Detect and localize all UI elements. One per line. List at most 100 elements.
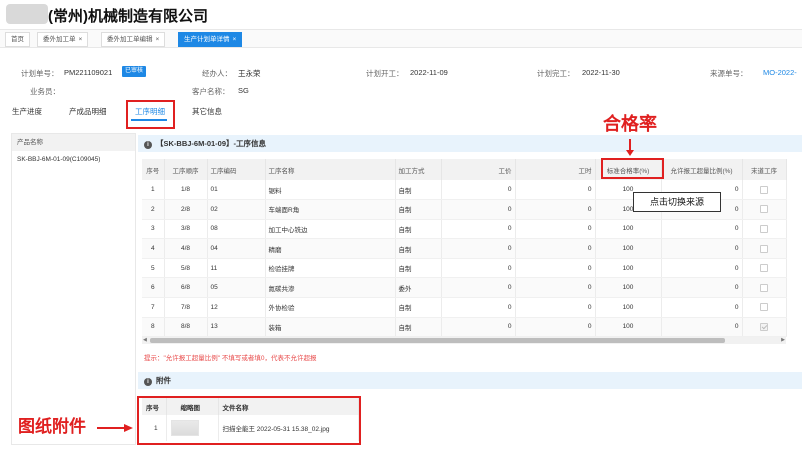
row-index: 8	[142, 317, 165, 338]
tab-production-plan-detail[interactable]: 生产计划单详情 ×	[178, 32, 243, 47]
row-method: 自制	[395, 180, 442, 201]
row-last-process[interactable]	[742, 219, 787, 240]
process-row[interactable]: 6 6/8 05 氮碳共渗 委外 0 0 100 0	[142, 277, 787, 299]
customer-label: 客户名称：	[192, 87, 230, 96]
product-list-item[interactable]: SK-BBJ-6M-01-09(C109045)	[12, 151, 135, 168]
row-method: 自制	[395, 219, 442, 240]
row-name: 装箱	[265, 317, 396, 338]
tab-label: 生产计划单详情	[184, 36, 230, 43]
tab-outsource-order[interactable]: 委外加工单 ×	[37, 32, 89, 47]
tab-bar: 首页 委外加工单 × 委外加工单编辑 × 生产计划单详情 ×	[0, 29, 802, 48]
process-section-header: i 【SK-BBJ-6M-01-09】-工序信息	[138, 135, 802, 152]
row-method: 自制	[395, 297, 442, 318]
col-name: 工序名称	[265, 159, 396, 180]
tab-home[interactable]: 首页	[5, 32, 30, 47]
row-sequence: 8/8	[164, 317, 208, 338]
row-code: 04	[207, 238, 266, 259]
row-last-process[interactable]	[742, 317, 787, 338]
process-row[interactable]: 8 8/8 13 装箱 自制 0 0 100 0	[142, 317, 787, 338]
handler-label: 经办人：	[202, 69, 232, 78]
row-hours: 0	[515, 199, 596, 220]
row-price: 0	[441, 317, 516, 338]
process-row[interactable]: 5 5/8 11 检验挂牌 自制 0 0 100 0	[142, 258, 787, 279]
horizontal-scrollbar[interactable]: ◀ ▶	[142, 337, 786, 344]
annotation-arrow-right	[97, 427, 125, 429]
row-index: 1	[142, 180, 165, 201]
plan-start-label: 计划开工：	[366, 69, 404, 78]
product-list-panel: 产品名称 SK-BBJ-6M-01-09(C109045)	[11, 133, 136, 445]
row-last-process[interactable]	[742, 180, 787, 201]
row-sequence: 1/8	[164, 180, 208, 201]
source-no-link[interactable]: MO-2022-	[763, 68, 797, 77]
app-header: (常州)机械制造有限公司	[0, 0, 802, 28]
row-last-process[interactable]	[742, 277, 787, 299]
row-price: 0	[441, 297, 516, 318]
salesman-label: 业务员：	[30, 87, 60, 96]
row-name: 车端面R角	[265, 199, 396, 220]
row-hours: 0	[515, 317, 596, 338]
row-over-report-ratio: 0	[661, 277, 743, 299]
subtab-finished-goods[interactable]: 产成品明细	[69, 106, 107, 117]
row-method: 自制	[395, 317, 442, 338]
row-last-process[interactable]	[742, 238, 787, 259]
attachments-section-title: 附件	[156, 376, 171, 385]
attachments-section-header: i 附件	[138, 372, 802, 389]
highlight-box-process-tab	[126, 100, 175, 129]
process-row[interactable]: 4 4/8 04 精磨 自制 0 0 100 0	[142, 238, 787, 259]
highlight-box-pass-rate	[601, 158, 664, 179]
col-sequence: 工序顺序	[164, 159, 208, 180]
close-icon[interactable]: ×	[233, 36, 237, 43]
tab-outsource-order-edit[interactable]: 委外加工单编辑 ×	[101, 32, 166, 47]
row-sequence: 2/8	[164, 199, 208, 220]
row-index: 2	[142, 199, 165, 220]
scroll-left-icon[interactable]: ◀	[143, 337, 147, 343]
row-price: 0	[441, 238, 516, 259]
last-process-checkbox[interactable]	[760, 322, 768, 331]
row-method: 自制	[395, 238, 442, 259]
over-report-hint: 提示："允许报工超量比例" 不填写或者填0，代表不允许超报	[144, 355, 317, 362]
annotation-attachments-label: 图纸附件	[18, 417, 86, 436]
close-icon[interactable]: ×	[79, 36, 83, 43]
subtab-other-info[interactable]: 其它信息	[192, 106, 222, 117]
plan-end-value: 2022-11-30	[582, 68, 620, 77]
last-process-checkbox[interactable]	[760, 205, 768, 214]
col-over-report-ratio: 允许报工超量比例(%)	[661, 159, 743, 180]
process-table: 序号 工序顺序 工序编码 工序名称 加工方式 工价 工时 标准合格率(%) 允许…	[142, 159, 787, 338]
subtab-production-progress[interactable]: 生产进度	[12, 106, 42, 117]
row-sequence: 4/8	[164, 238, 208, 259]
row-pass-rate: 100	[595, 238, 662, 259]
row-over-report-ratio: 0	[661, 297, 743, 318]
row-last-process[interactable]	[742, 297, 787, 318]
status-badge: 已审核	[122, 66, 147, 77]
handler-value: 王永荣	[238, 69, 261, 78]
row-over-report-ratio: 0	[661, 238, 743, 259]
highlight-box-attachments	[137, 396, 361, 445]
last-process-checkbox[interactable]	[760, 303, 768, 312]
last-process-checkbox[interactable]	[760, 224, 768, 233]
plan-no-value: PM221109021	[64, 68, 113, 77]
col-method: 加工方式	[395, 159, 442, 180]
process-row[interactable]: 7 7/8 12 外协检验 自制 0 0 100 0	[142, 297, 787, 318]
last-process-checkbox[interactable]	[760, 264, 768, 273]
row-sequence: 3/8	[164, 219, 208, 240]
last-process-checkbox[interactable]	[760, 185, 768, 194]
col-index: 序号	[142, 159, 165, 180]
plan-start-value: 2022-11-09	[410, 68, 448, 77]
row-code: 02	[207, 199, 266, 220]
process-row[interactable]: 3 3/8 08 加工中心铣边 自制 0 0 100 0	[142, 219, 787, 240]
row-price: 0	[441, 219, 516, 240]
row-hours: 0	[515, 180, 596, 201]
close-icon[interactable]: ×	[156, 36, 160, 43]
process-section-title: 【SK-BBJ-6M-01-09】-工序信息	[156, 139, 267, 148]
last-process-checkbox[interactable]	[760, 244, 768, 253]
annotation-arrow-right-head	[124, 424, 133, 432]
row-hours: 0	[515, 297, 596, 318]
row-last-process[interactable]	[742, 199, 787, 220]
row-pass-rate: 100	[595, 277, 662, 299]
row-hours: 0	[515, 258, 596, 279]
scrollbar-thumb[interactable]	[150, 338, 725, 343]
scroll-right-icon[interactable]: ▶	[781, 337, 785, 343]
last-process-checkbox[interactable]	[760, 283, 768, 292]
row-name: 氮碳共渗	[265, 277, 396, 299]
row-last-process[interactable]	[742, 258, 787, 279]
